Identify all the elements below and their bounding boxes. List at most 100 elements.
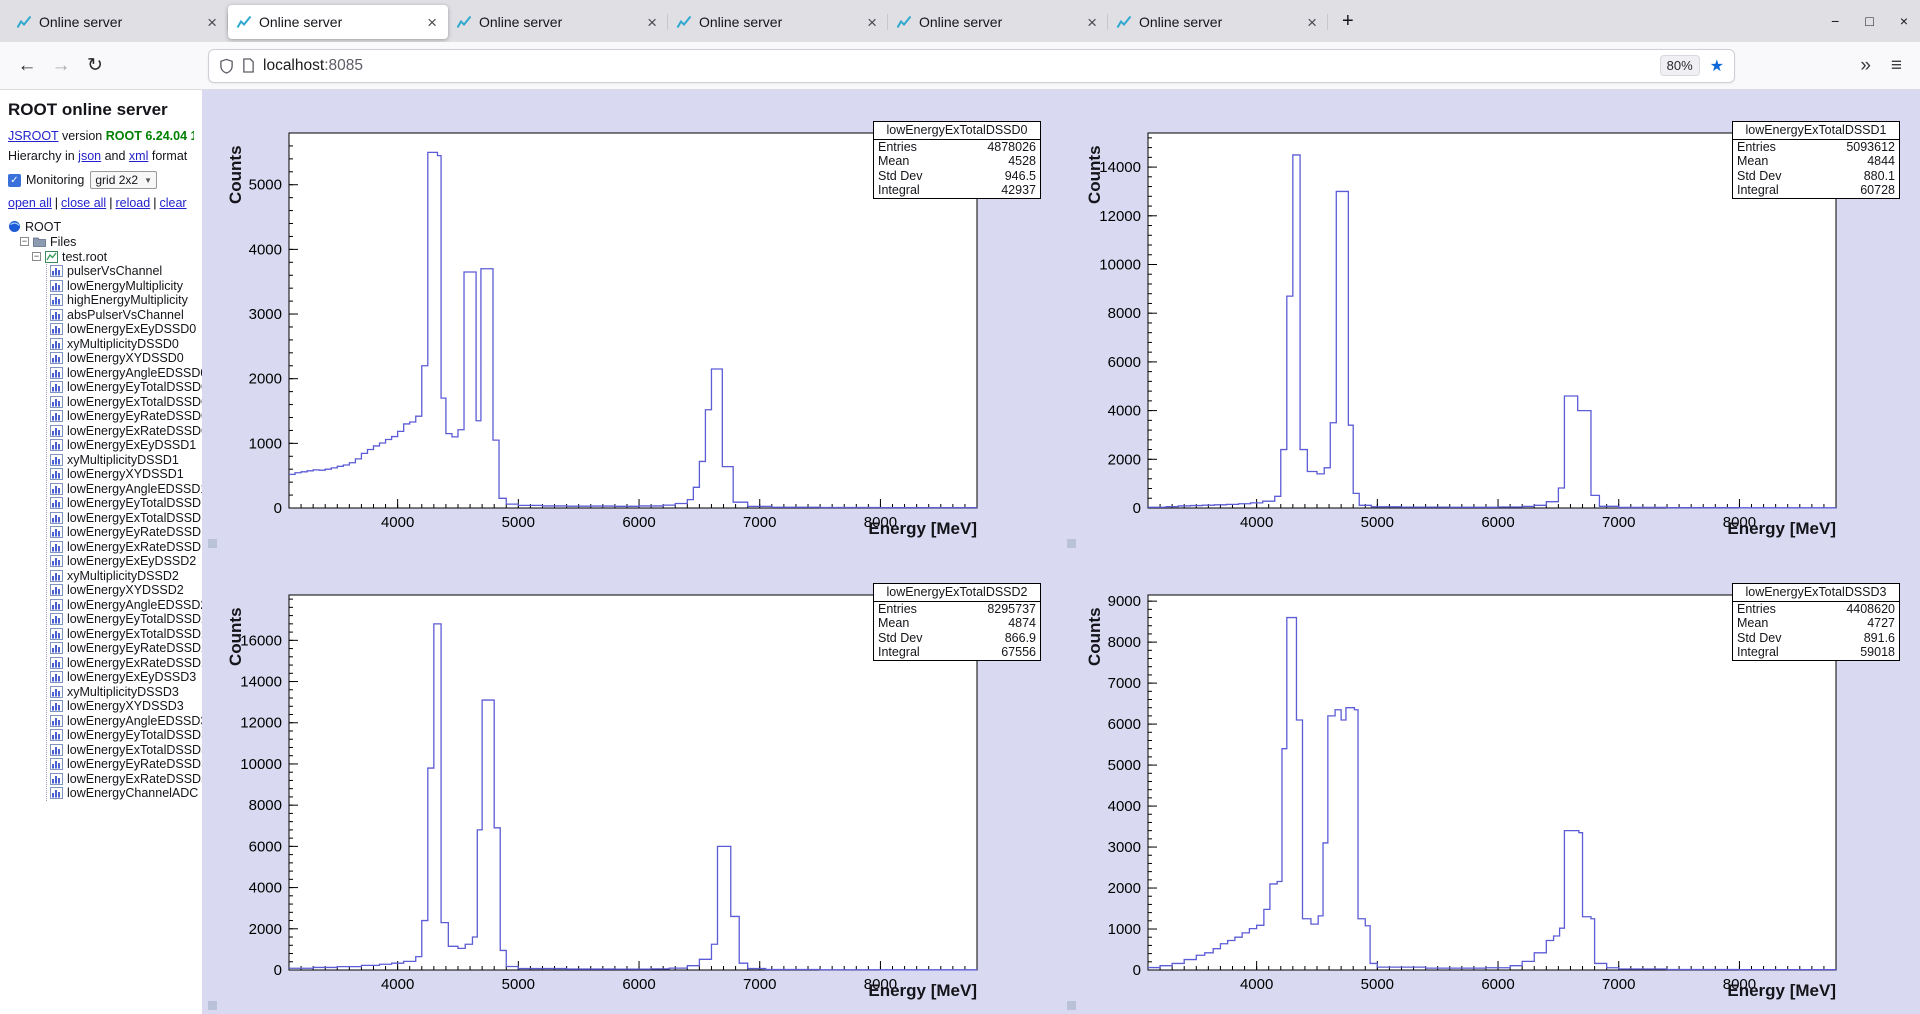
tree-item[interactable]: lowEnergyExEyDSSD2 xyxy=(50,554,196,569)
tree-item[interactable]: lowEnergyExRateDSSD3 xyxy=(50,772,202,787)
tree-item[interactable]: highEnergyMultiplicity xyxy=(50,293,194,308)
y-tick-label: 10000 xyxy=(240,756,282,773)
tree-item[interactable]: lowEnergyAngleEDSSD2 xyxy=(50,598,202,613)
minimize-button[interactable]: − xyxy=(1831,13,1839,29)
back-button[interactable]: ← xyxy=(10,49,44,83)
overflow-menu-icon[interactable]: » xyxy=(1860,55,1871,77)
jsroot-link[interactable]: JSROOT xyxy=(8,129,58,143)
url-bar[interactable]: localhost:8085 80% ★ xyxy=(208,48,1735,83)
reload-link[interactable]: reload xyxy=(115,196,150,210)
tree-item[interactable]: xyMultiplicityDSSD1 xyxy=(50,453,194,468)
stats-box[interactable]: lowEnergyExTotalDSSD1 Entries 5093612 Mea… xyxy=(1732,121,1900,199)
tree-item[interactable]: lowEnergyAngleEDSSD1 xyxy=(50,482,202,497)
tree-item[interactable]: xyMultiplicityDSSD3 xyxy=(50,685,194,700)
pad-resize-handle[interactable] xyxy=(208,1001,217,1010)
stats-box[interactable]: lowEnergyExTotalDSSD0 Entries 4878026 Mea… xyxy=(873,121,1041,199)
stat-value: 891.6 xyxy=(1863,630,1895,645)
tree-item[interactable]: lowEnergyExRateDSSD0 xyxy=(50,424,202,439)
tab-close-icon[interactable]: × xyxy=(1084,14,1100,31)
tree-item[interactable]: lowEnergyXYDSSD3 xyxy=(50,699,194,714)
tree-item-label: lowEnergyXYDSSD1 xyxy=(67,467,184,482)
pad-resize-handle[interactable] xyxy=(208,539,217,548)
zoom-indicator[interactable]: 80% xyxy=(1659,55,1700,76)
tree-item[interactable]: lowEnergyEyTotalDSSD2 xyxy=(50,612,202,627)
browser-tab[interactable]: Online server × xyxy=(888,5,1108,39)
pad-resize-handle[interactable] xyxy=(1067,1001,1076,1010)
tree-node-test-root[interactable]: − test.root xyxy=(8,249,194,264)
tree-item[interactable]: lowEnergyXYDSSD1 xyxy=(50,467,194,482)
tree-item[interactable]: lowEnergyExTotalDSSD2 xyxy=(50,627,202,642)
tree-item[interactable]: lowEnergyExEyDSSD0 xyxy=(50,322,197,337)
tree-node-root[interactable]: ROOT xyxy=(8,219,194,234)
tree-item[interactable]: lowEnergyAngleEDSSD0 xyxy=(50,366,202,381)
tree-item[interactable]: lowEnergyExRateDSSD2 xyxy=(50,656,202,671)
tree-node-files[interactable]: − Files xyxy=(8,234,194,249)
tab-close-icon[interactable]: × xyxy=(644,14,660,31)
tree-item[interactable]: lowEnergyExEyDSSD1 xyxy=(50,438,196,453)
tab-close-icon[interactable]: × xyxy=(424,14,440,31)
layout-select[interactable]: grid 2x2 ▼ xyxy=(90,171,157,189)
stat-label: Entries xyxy=(1737,601,1776,616)
tree-item[interactable]: lowEnergyChannelADC xyxy=(50,786,198,801)
tree-item[interactable]: lowEnergyEyRateDSSD1 xyxy=(50,525,202,540)
tree-item[interactable]: lowEnergyMultiplicity xyxy=(50,279,194,294)
tree-item[interactable]: lowEnergyExTotalDSSD1 xyxy=(50,511,202,526)
tree-item[interactable]: lowEnergyExRateDSSD1 xyxy=(50,540,202,555)
histogram-pad-0[interactable]: 4000 5000 6000 7000 8000 0 1000 2000 3000 4000 500… xyxy=(202,90,1061,552)
page-info-icon[interactable] xyxy=(242,58,255,73)
y-tick-label: 16000 xyxy=(240,632,282,649)
tree-item[interactable]: absPulserVsChannel xyxy=(50,308,194,323)
reload-button[interactable]: ↻ xyxy=(78,49,112,83)
collapse-icon[interactable]: − xyxy=(32,252,41,261)
tree-item[interactable]: xyMultiplicityDSSD2 xyxy=(50,569,194,584)
tree-item[interactable]: lowEnergyEyRateDSSD0 xyxy=(50,409,202,424)
x-axis-title: Energy [MeV] xyxy=(868,519,977,538)
tree-item[interactable]: lowEnergyXYDSSD0 xyxy=(50,351,194,366)
tab-close-icon[interactable]: × xyxy=(1304,14,1320,31)
tree-item[interactable]: lowEnergyExTotalDSSD3 xyxy=(50,743,202,758)
tree-item-label: lowEnergyChannelADC xyxy=(67,786,199,801)
browser-tab[interactable]: Online server × xyxy=(668,5,888,39)
stats-box[interactable]: lowEnergyExTotalDSSD2 Entries 8295737 Mea… xyxy=(873,583,1041,661)
clear-link[interactable]: clear xyxy=(159,196,186,210)
url-text[interactable]: localhost:8085 xyxy=(263,57,1660,75)
stats-box[interactable]: lowEnergyExTotalDSSD3 Entries 4408620 Mea… xyxy=(1732,583,1900,661)
tree-item[interactable]: lowEnergyEyTotalDSSD1 xyxy=(50,496,202,511)
tab-close-icon[interactable]: × xyxy=(864,14,880,31)
pad-resize-handle[interactable] xyxy=(1067,539,1076,548)
shield-icon[interactable] xyxy=(219,58,234,74)
json-link[interactable]: json xyxy=(78,149,101,163)
hamburger-menu-icon[interactable]: ≡ xyxy=(1891,55,1902,77)
collapse-icon[interactable]: − xyxy=(20,237,29,246)
tree-item[interactable]: lowEnergyEyRateDSSD2 xyxy=(50,641,202,656)
maximize-button[interactable]: □ xyxy=(1865,13,1873,29)
close-button[interactable]: × xyxy=(1900,13,1908,29)
tree-item[interactable]: lowEnergyEyTotalDSSD0 xyxy=(50,380,202,395)
histogram-pad-3[interactable]: 4000 5000 6000 7000 8000 0 1000 2000 3000 4000 500… xyxy=(1061,552,1920,1014)
histogram-icon xyxy=(50,279,63,292)
new-tab-button[interactable]: + xyxy=(1336,10,1360,33)
forward-button[interactable]: → xyxy=(44,49,78,83)
histogram-pad-1[interactable]: 4000 5000 6000 7000 8000 0 2000 4000 6000 8000 100… xyxy=(1061,90,1920,552)
tree-item[interactable]: lowEnergyXYDSSD2 xyxy=(50,583,194,598)
tree-item[interactable]: lowEnergyAngleEDSSD3 xyxy=(50,714,202,729)
browser-tab[interactable]: Online server × xyxy=(228,5,448,39)
histogram-icon xyxy=(50,381,63,394)
tree-item[interactable]: lowEnergyEyTotalDSSD3 xyxy=(50,728,202,743)
browser-tab[interactable]: Online server × xyxy=(1108,5,1328,39)
bookmark-star-icon[interactable]: ★ xyxy=(1710,56,1724,76)
histogram-pad-2[interactable]: 4000 5000 6000 7000 8000 0 2000 4000 6000 8000 100… xyxy=(202,552,1061,1014)
open-all-link[interactable]: open all xyxy=(8,196,52,210)
browser-tab[interactable]: Online server × xyxy=(448,5,668,39)
tree-item[interactable]: xyMultiplicityDSSD0 xyxy=(50,337,194,352)
xml-link[interactable]: xml xyxy=(129,149,148,163)
close-all-link[interactable]: close all xyxy=(61,196,106,210)
tree-item[interactable]: lowEnergyEyRateDSSD3 xyxy=(50,757,202,772)
tab-close-icon[interactable]: × xyxy=(204,14,220,31)
monitoring-checkbox[interactable]: ✓ xyxy=(8,173,21,187)
browser-tab[interactable]: Online server × xyxy=(8,5,228,39)
tree-item[interactable]: lowEnergyExTotalDSSD0 xyxy=(50,395,202,410)
tree-item-label: lowEnergyExEyDSSD0 xyxy=(67,322,197,337)
tree-item[interactable]: pulserVsChannel xyxy=(50,264,194,279)
tree-item[interactable]: lowEnergyExEyDSSD3 xyxy=(50,670,196,685)
